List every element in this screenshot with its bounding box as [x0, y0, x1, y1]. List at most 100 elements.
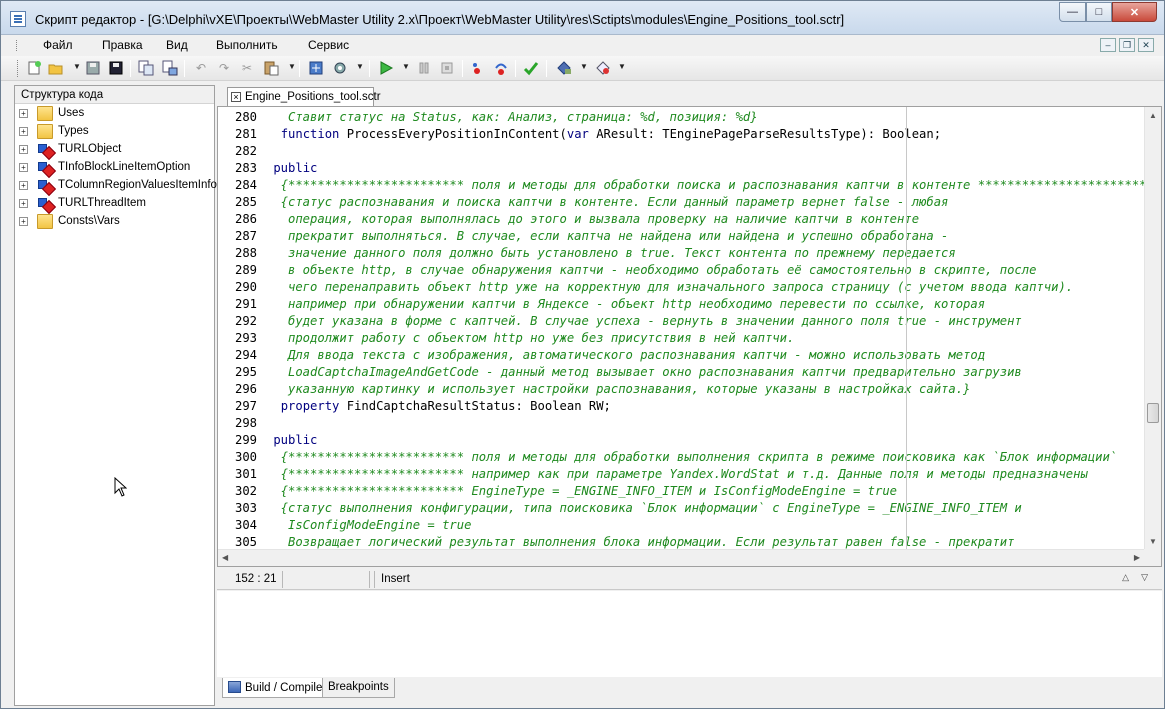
- code-line[interactable]: LoadCaptchaImageAndGetCode - данный мето…: [266, 364, 1022, 381]
- expand-icon[interactable]: +: [19, 217, 28, 226]
- run-dropdown-icon[interactable]: ▼: [402, 62, 410, 74]
- mdi-close-button[interactable]: ✕: [1138, 38, 1154, 52]
- code-line[interactable]: операция, которая выполнялась до этого и…: [266, 211, 919, 228]
- vertical-scrollbar[interactable]: ▲ ▼: [1144, 107, 1161, 549]
- debug-icon[interactable]: [595, 60, 611, 76]
- menu-edit[interactable]: Правка: [102, 38, 143, 52]
- menu-grip[interactable]: [16, 40, 19, 51]
- pause-icon[interactable]: [416, 60, 432, 76]
- copy-file-icon[interactable]: [138, 60, 154, 76]
- code-line[interactable]: {************************ например как п…: [266, 466, 1088, 483]
- vertical-scroll-thumb[interactable]: [1147, 403, 1159, 423]
- scroll-right-icon[interactable]: ▶: [1134, 553, 1140, 562]
- code-line[interactable]: чего перенаправить объект http уже на ко…: [266, 279, 1073, 296]
- code-line[interactable]: property FindCaptchaResultStatus: Boolea…: [266, 398, 611, 415]
- code-line[interactable]: указанную картинку и использует настройк…: [266, 381, 970, 398]
- scroll-down-icon[interactable]: ▼: [1149, 537, 1157, 546]
- code-line[interactable]: будет указана в форме с каптчей. В случа…: [266, 313, 1022, 330]
- tree-item[interactable]: + Consts\Vars: [15, 213, 214, 231]
- menu-view[interactable]: Вид: [166, 38, 188, 52]
- code-line[interactable]: прекратит выполняться. В случае, если ка…: [266, 228, 948, 245]
- code-line[interactable]: продолжит работу с объектом http но уже …: [266, 330, 794, 347]
- toolbar-grip[interactable]: [17, 60, 19, 77]
- code-line[interactable]: {************************ поля и методы …: [266, 177, 1144, 194]
- scroll-up-icon[interactable]: ▲: [1149, 111, 1157, 120]
- paste-icon[interactable]: [263, 60, 279, 76]
- tab-build-compile[interactable]: Build / Compile: [222, 678, 329, 698]
- code-line[interactable]: {статус выполнения конфигурации, типа по…: [266, 500, 1022, 517]
- expand-icon[interactable]: +: [19, 163, 28, 172]
- deploy-icon[interactable]: [556, 60, 572, 76]
- code-editor[interactable]: 280 281 282 283 284 285 286 287 288 289 290 291 292 2…: [217, 106, 1162, 567]
- check-icon[interactable]: [523, 60, 539, 76]
- settings-icon[interactable]: [332, 60, 348, 76]
- minimize-button[interactable]: —: [1059, 2, 1086, 22]
- step-over-icon[interactable]: [493, 60, 509, 76]
- panel-collapse-icon[interactable]: △: [1122, 572, 1129, 583]
- code-line[interactable]: Ставит статус на Status, как: Анализ, ст…: [266, 109, 758, 126]
- expand-icon[interactable]: +: [19, 127, 28, 136]
- code-line[interactable]: public: [266, 432, 317, 449]
- code-line[interactable]: значение данного поля должно быть устано…: [266, 245, 956, 262]
- menu-file[interactable]: Файл: [43, 38, 73, 52]
- tab-breakpoints[interactable]: Breakpoints: [322, 678, 395, 698]
- line-number: 284: [234, 178, 257, 192]
- code-line[interactable]: {статус распознавания и поиска каптчи в …: [266, 194, 949, 211]
- toolbar-separator: [515, 60, 516, 77]
- deploy-dropdown-icon[interactable]: ▼: [580, 62, 588, 74]
- mdi-restore-button[interactable]: ❐: [1119, 38, 1135, 52]
- save-all-icon[interactable]: [108, 60, 124, 76]
- tree-item[interactable]: + Uses: [15, 105, 214, 123]
- toolbar-separator: [184, 60, 185, 77]
- new-icon[interactable]: [26, 60, 42, 76]
- close-button[interactable]: ✕: [1112, 2, 1157, 22]
- build-icon[interactable]: [308, 60, 324, 76]
- maximize-button[interactable]: □: [1086, 2, 1112, 22]
- menu-service[interactable]: Сервис: [308, 38, 349, 52]
- code-comment: Возвращает логический результат выполнен…: [266, 535, 1015, 549]
- title-bar[interactable]: Скрипт редактор - [G:\Delphi\vXE\Проекты…: [1, 1, 1164, 35]
- code-comment: Ставит статус на Status, как: Анализ, ст…: [266, 110, 758, 124]
- panel-expand-icon[interactable]: ▽: [1141, 572, 1148, 583]
- tab-close-icon[interactable]: ×: [231, 92, 241, 102]
- code-line[interactable]: public: [266, 160, 317, 177]
- redo-icon[interactable]: ↷: [216, 60, 232, 76]
- code-line[interactable]: Возвращает логический результат выполнен…: [266, 534, 1014, 549]
- code-line[interactable]: function ProcessEveryPositionInContent(v…: [266, 126, 941, 143]
- paste-file-icon[interactable]: [162, 60, 178, 76]
- tree-item[interactable]: + TURLThreadItem: [15, 195, 214, 213]
- expand-icon[interactable]: +: [19, 181, 28, 190]
- scroll-left-icon[interactable]: ◀: [222, 553, 228, 562]
- debug-dropdown-icon[interactable]: ▼: [618, 62, 626, 74]
- save-icon[interactable]: [85, 60, 101, 76]
- tree-item[interactable]: + Types: [15, 123, 214, 141]
- code-line[interactable]: Для ввода текста с изображения, автомати…: [266, 347, 985, 364]
- cut-icon[interactable]: ✂: [239, 60, 255, 76]
- tab-engine-positions-tool[interactable]: × Engine_Positions_tool.sctr: [227, 87, 381, 107]
- menu-run[interactable]: Выполнить: [216, 38, 278, 52]
- mdi-minimize-button[interactable]: –: [1100, 38, 1116, 52]
- settings-dropdown-icon[interactable]: ▼: [356, 62, 364, 74]
- line-number: 288: [234, 246, 257, 260]
- code-area[interactable]: Ставит статус на Status, как: Анализ, ст…: [266, 107, 1144, 549]
- stop-icon[interactable]: [439, 60, 455, 76]
- code-line[interactable]: {************************ поля и методы …: [266, 449, 1117, 466]
- expand-icon[interactable]: +: [19, 199, 28, 208]
- trace-into-icon[interactable]: [469, 60, 485, 76]
- undo-icon[interactable]: ↶: [193, 60, 209, 76]
- tree-item[interactable]: + TURLObject: [15, 141, 214, 159]
- code-line[interactable]: IsConfigModeEngine = true: [266, 517, 471, 534]
- paste-dropdown-icon[interactable]: ▼: [288, 62, 296, 74]
- code-line[interactable]: {************************ EngineType = _…: [266, 483, 897, 500]
- expand-icon[interactable]: +: [19, 145, 28, 154]
- code-line[interactable]: в объекте http, в случае обнаружения кап…: [266, 262, 1036, 279]
- open-dropdown-icon[interactable]: ▼: [73, 62, 81, 74]
- build-compile-icon: [228, 681, 241, 693]
- run-icon[interactable]: [378, 60, 394, 76]
- tree-item[interactable]: + TInfoBlockLineItemOption: [15, 159, 214, 177]
- expand-icon[interactable]: +: [19, 109, 28, 118]
- open-icon[interactable]: [48, 60, 64, 76]
- horizontal-scrollbar[interactable]: ◀ ▶: [218, 549, 1144, 566]
- tree-item[interactable]: + TColumnRegionValuesItemInfo: [15, 177, 217, 195]
- code-line[interactable]: например при обнаружении каптчи в Яндекс…: [266, 296, 985, 313]
